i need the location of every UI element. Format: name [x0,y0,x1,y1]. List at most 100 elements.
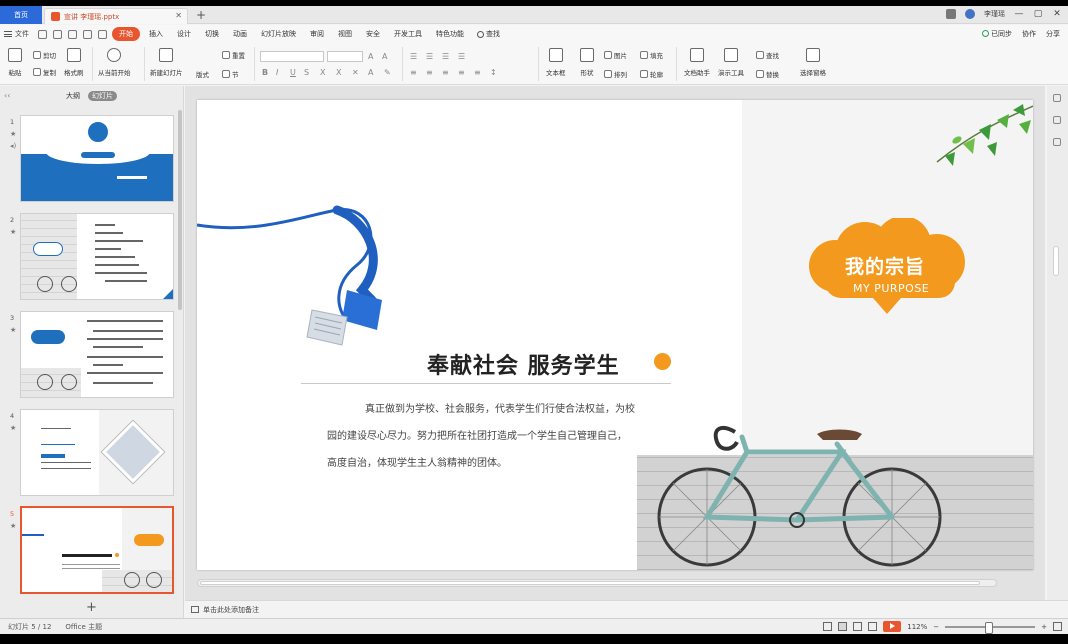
outline-button[interactable]: 轮廓 [640,69,663,79]
zoom-slider[interactable] [945,621,1036,634]
close-tab-icon[interactable]: ✕ [175,11,182,20]
user-avatar[interactable] [965,9,975,19]
undo-icon[interactable] [83,29,92,39]
slide-thumbnail-1[interactable] [20,115,174,202]
preview-icon[interactable] [68,29,77,39]
tab-outline[interactable]: 大纲 [66,91,80,101]
reading-view-icon[interactable] [868,622,878,631]
align-left-icon[interactable]: ≡ [410,68,417,77]
normal-view-icon[interactable] [838,622,848,631]
outdent-icon[interactable]: ☰ [458,52,465,61]
from-current-button[interactable]: 从当前开始 [98,48,131,77]
horizontal-scroll-thumb[interactable] [200,581,980,585]
vertical-scroll-thumb[interactable] [1053,246,1059,276]
notes-bar[interactable]: 单击此处添加备注 [185,600,1068,618]
window-layout-icon[interactable] [946,9,956,19]
slide-thumbnail-2[interactable] [20,213,174,300]
notes-placeholder[interactable]: 单击此处添加备注 [203,605,259,615]
font-size-select[interactable] [327,51,363,62]
slide-thumbnail-4[interactable] [20,409,174,496]
zoom-in-icon[interactable]: + [1041,623,1047,631]
textbox-button[interactable]: 文本框 [546,48,566,77]
indent-icon[interactable]: ☰ [442,52,449,61]
presentation-tools-button[interactable]: 演示工具 [718,48,744,77]
side-tool-icon[interactable] [1053,116,1061,124]
fit-window-icon[interactable] [1053,622,1062,631]
justify-icon[interactable]: ≡ [458,68,465,77]
doc-assistant-button[interactable]: 文档助手 [684,48,710,77]
cut-button[interactable]: 剪切 [33,50,56,60]
align-center-icon[interactable]: ≡ [426,68,433,77]
line-spacing-icon[interactable]: ↕ [490,68,497,77]
search-command[interactable]: 查找 [477,29,500,39]
slide-thumbnail-5[interactable] [20,506,174,594]
clear-format-icon[interactable]: ✕ [352,68,359,77]
tab-animations[interactable]: 动画 [228,27,252,41]
underline-icon[interactable]: U [290,68,296,77]
tab-transitions[interactable]: 切换 [200,27,224,41]
layout-button[interactable]: 版式 [196,69,209,79]
select-pane-button[interactable]: 选择窗格 [800,48,826,77]
file-menu[interactable]: 文件 [4,29,29,39]
collaborate-button[interactable]: 协作 [1022,29,1036,39]
replace-button[interactable]: 替换 [756,69,779,79]
add-slide-button[interactable]: + [86,600,97,615]
tab-home-ribbon[interactable]: 开始 [112,27,140,41]
tab-view[interactable]: 视图 [333,27,357,41]
zoom-level[interactable]: 112% [907,623,927,631]
new-slide-button[interactable]: 新建幻灯片 [150,48,183,77]
superscript-icon[interactable]: X [320,68,325,77]
tab-special[interactable]: 特色功能 [431,27,469,41]
slide-sorter-icon[interactable] [853,622,863,631]
theme-name[interactable]: Office 主题 [65,622,102,632]
find-button[interactable]: 查找 [756,50,779,60]
arrange-button[interactable]: 排列 [604,69,627,79]
play-slideshow-button[interactable] [883,621,902,632]
font-grow-icon[interactable]: A [368,52,373,61]
panel-scrollbar[interactable] [178,110,182,310]
side-tool-icon[interactable] [1053,138,1061,146]
home-tab[interactable]: 首页 [0,6,42,24]
copy-button[interactable]: 复制 [33,67,56,77]
tab-developer[interactable]: 开发工具 [389,27,427,41]
maximize-icon[interactable]: ▢ [1033,9,1043,19]
side-tool-icon[interactable] [1053,94,1061,102]
fill-button[interactable]: 填充 [640,50,663,60]
italic-icon[interactable]: I [276,68,278,77]
share-button[interactable]: 分享 [1046,29,1060,39]
reset-button[interactable]: 重置 [222,50,245,60]
print-icon[interactable] [53,29,62,39]
numbered-list-icon[interactable]: ☰ [426,52,433,61]
redo-icon[interactable] [98,29,107,39]
document-tab[interactable]: 宣讲 李瑾瑶.pptx ✕ [44,8,188,24]
bold-icon[interactable]: B [262,68,268,77]
font-shrink-icon[interactable]: A [382,52,387,61]
new-tab-icon[interactable]: + [196,7,206,23]
save-icon[interactable] [38,29,47,39]
picture-button[interactable]: 图片 [604,50,627,60]
current-slide[interactable]: 我的宗旨 MY PURPOSE 奉献社会 服务学生 真正做到为学校、社会服务，代… [197,100,1033,570]
align-right-icon[interactable]: ≡ [442,68,449,77]
tab-security[interactable]: 安全 [361,27,385,41]
horizontal-scrollbar[interactable] [197,579,997,587]
slide-thumbnail-3[interactable] [20,311,174,398]
sync-status[interactable]: 已同步 [982,29,1012,39]
tab-slideshow[interactable]: 幻灯片放映 [256,27,301,41]
vertical-scrollbar[interactable] [1047,86,1068,600]
font-color-icon[interactable]: A [368,68,373,77]
collapse-panel-icon[interactable]: ‹‹ [4,91,10,100]
zoom-out-icon[interactable]: − [933,623,939,631]
minimize-icon[interactable]: — [1014,9,1024,19]
tab-review[interactable]: 审阅 [305,27,329,41]
close-window-icon[interactable]: ✕ [1052,9,1062,19]
tab-slides[interactable]: 幻灯片 [88,91,117,101]
tab-insert[interactable]: 插入 [144,27,168,41]
shadow-icon[interactable]: S [304,68,309,77]
distribute-icon[interactable]: ≡ [474,68,481,77]
highlight-icon[interactable]: ✎ [384,68,391,77]
shape-button[interactable]: 形状 [580,48,594,77]
section-button[interactable]: 节 [222,69,239,79]
font-name-select[interactable] [260,51,324,62]
tab-design[interactable]: 设计 [172,27,196,41]
user-name[interactable]: 李瑾瑶 [984,9,1005,19]
